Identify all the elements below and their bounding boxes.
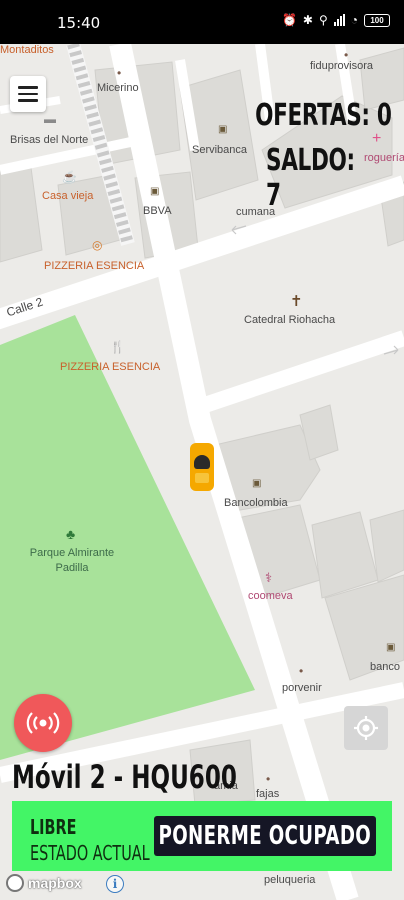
- cafe-icon: ☕: [62, 170, 77, 184]
- current-status-value: LIBRE: [30, 815, 77, 839]
- status-time: 15:40: [57, 14, 101, 32]
- poi-drogueria[interactable]: roguería la eco: [364, 152, 404, 164]
- restaurant-icon: 🍴: [110, 340, 125, 354]
- atm-icon: ▣: [252, 478, 262, 489]
- crosshair-icon: [354, 716, 378, 740]
- poi-parque[interactable]: Parque Almirante Padilla: [22, 546, 122, 576]
- alarm-icon: ⏰: [281, 13, 297, 27]
- poi-fajas[interactable]: fajas: [256, 788, 279, 800]
- place-dot-icon: •: [299, 664, 304, 678]
- set-busy-button[interactable]: PONERME OCUPADO: [154, 816, 376, 856]
- mapbox-logo[interactable]: mapbox: [6, 874, 82, 892]
- mapbox-logo-text: mapbox: [28, 875, 82, 891]
- location-icon: ⚲: [318, 13, 328, 27]
- poi-banco[interactable]: banco: [370, 661, 400, 673]
- place-dot-icon: •: [117, 66, 122, 80]
- bluetooth-icon: ✱: [302, 13, 313, 27]
- set-busy-button-label: PONERME OCUPADO: [158, 821, 372, 851]
- poi-catedral[interactable]: Catedral Riohacha: [244, 314, 335, 326]
- attribution-info-icon[interactable]: i: [106, 875, 124, 893]
- signal-icon: [333, 14, 345, 26]
- balance-counter: SALDO: 7: [266, 143, 355, 213]
- poi-fiduprovisora[interactable]: fiduprovisora: [310, 60, 373, 72]
- poi-bbva[interactable]: BBVA: [143, 205, 172, 217]
- broadcast-icon: [26, 712, 60, 734]
- poi-brisas[interactable]: Brisas del Norte: [10, 134, 88, 146]
- poi-casa-vieja[interactable]: Casa vieja: [42, 190, 93, 202]
- poi-pizzeria-2[interactable]: PIZZERIA ESENCIA: [60, 361, 160, 373]
- building-icon: ▬: [44, 112, 56, 126]
- wifi-food-icon: ◎: [92, 238, 103, 252]
- poi-coomeva[interactable]: coomeva: [248, 590, 293, 602]
- poi-porvenir[interactable]: porvenir: [282, 682, 322, 694]
- battery-icon: 100: [364, 13, 390, 27]
- atm-icon: ▣: [386, 642, 396, 653]
- hamburger-icon: [18, 86, 38, 89]
- status-icons: ⏰ ✱ ⚲ ◔ 100: [282, 13, 390, 27]
- taxi-car-icon: [190, 443, 214, 491]
- current-status-caption: ESTADO ACTUAL: [30, 841, 150, 865]
- church-icon: ✝: [290, 293, 303, 310]
- poi-servibanca[interactable]: Servibanca: [192, 144, 247, 156]
- atm-icon: ▣: [150, 186, 160, 197]
- status-bar: 15:40 ⏰ ✱ ⚲ ◔ 100: [0, 0, 404, 44]
- poi-pizzeria-1[interactable]: PIZZERIA ESENCIA: [44, 260, 144, 272]
- hamburger-icon-line: [18, 92, 38, 96]
- wifi-icon: ◔: [350, 13, 358, 27]
- poi-peluqueria[interactable]: peluqueria: [264, 874, 315, 886]
- tree-icon: ♣: [66, 526, 76, 542]
- my-location-button[interactable]: [344, 706, 388, 750]
- mapbox-logo-icon: [6, 874, 24, 892]
- vehicle-label: Móvil 2 - HQU600: [12, 758, 237, 796]
- poi-micerino[interactable]: Micerino: [97, 82, 139, 94]
- panic-button[interactable]: [14, 694, 72, 752]
- status-panel: LIBRE ESTADO ACTUAL PONERME OCUPADO: [12, 801, 392, 871]
- health-icon: ⚕: [265, 570, 273, 585]
- offers-counter: OFERTAS: 0: [255, 98, 393, 133]
- poi-bancolombia[interactable]: Bancolombia: [224, 497, 288, 509]
- atm-icon: ▣: [218, 124, 228, 135]
- place-dot-icon: •: [266, 772, 271, 786]
- poi-montaditos[interactable]: Montaditos: [0, 44, 54, 56]
- menu-button[interactable]: [10, 76, 46, 112]
- hamburger-icon-line: [18, 99, 38, 102]
